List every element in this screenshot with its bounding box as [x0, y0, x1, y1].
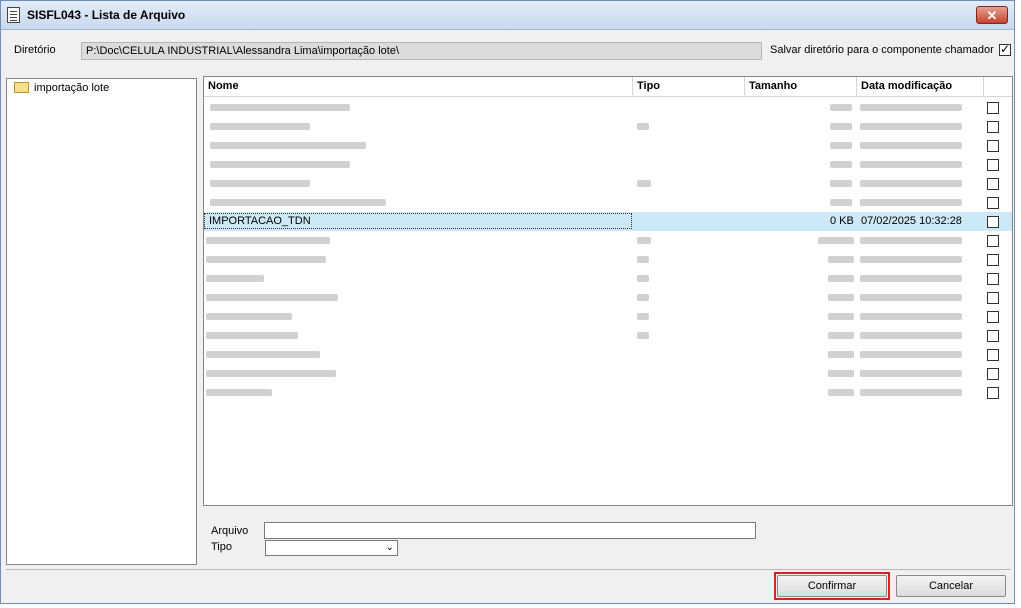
type-select[interactable]: ⌄ — [265, 540, 398, 556]
save-directory-checkbox[interactable] — [999, 42, 1011, 56]
file-list-dialog: SISFL043 - Lista de Arquivo ✕ Diretório … — [0, 0, 1015, 604]
list-item[interactable] — [204, 231, 1012, 250]
list-item[interactable] — [204, 193, 1012, 212]
row-modified: 07/02/2025 10:32:28 — [861, 215, 962, 227]
close-button[interactable]: ✕ — [976, 6, 1008, 24]
row-checkbox[interactable] — [987, 178, 999, 190]
row-checkbox[interactable] — [987, 216, 999, 228]
row-checkbox[interactable] — [987, 159, 999, 171]
row-checkbox[interactable] — [987, 349, 999, 361]
row-checkbox[interactable] — [987, 330, 999, 342]
list-item[interactable] — [204, 307, 1012, 326]
folder-icon — [14, 82, 29, 93]
chevron-down-icon: ⌄ — [385, 542, 394, 553]
window-title: SISFL043 - Lista de Arquivo — [27, 8, 186, 22]
document-icon — [7, 7, 20, 23]
confirm-button[interactable]: Confirmar — [777, 575, 887, 597]
row-checkbox[interactable] — [987, 387, 999, 399]
row-checkbox[interactable] — [987, 102, 999, 114]
row-name: IMPORTACAO_TDN — [209, 215, 311, 227]
list-item[interactable] — [204, 155, 1012, 174]
row-size: 0 KB — [830, 215, 854, 227]
tree-item-label: importação lote — [34, 82, 110, 94]
list-item[interactable] — [204, 174, 1012, 193]
folder-tree[interactable]: importação lote — [6, 78, 197, 565]
column-header-check — [984, 77, 1012, 97]
list-item[interactable] — [204, 98, 1012, 117]
file-label: Arquivo — [211, 525, 249, 537]
list-item[interactable] — [204, 136, 1012, 155]
row-checkbox[interactable] — [987, 292, 999, 304]
list-item[interactable] — [204, 117, 1012, 136]
divider — [6, 569, 1011, 570]
list-item[interactable] — [204, 250, 1012, 269]
list-item[interactable] — [204, 364, 1012, 383]
list-item[interactable] — [204, 383, 1012, 402]
column-header-name[interactable]: Nome — [204, 77, 633, 97]
row-checkbox[interactable] — [987, 121, 999, 133]
row-checkbox[interactable] — [987, 197, 999, 209]
list-item[interactable] — [204, 288, 1012, 307]
row-checkbox[interactable] — [987, 254, 999, 266]
file-list[interactable]: Nome Tipo Tamanho Data modificação IMPOR… — [203, 76, 1013, 506]
type-label: Tipo — [211, 541, 232, 553]
file-name-input[interactable] — [264, 522, 756, 539]
directory-label: Diretório — [14, 44, 56, 56]
list-item[interactable] — [204, 345, 1012, 364]
background-strip — [1015, 0, 1021, 608]
row-checkbox[interactable] — [987, 235, 999, 247]
column-header-modified[interactable]: Data modificação — [857, 77, 984, 97]
list-item[interactable] — [204, 269, 1012, 288]
list-item-selected[interactable]: IMPORTACAO_TDN 0 KB 07/02/2025 10:32:28 — [204, 212, 1012, 231]
title-bar: SISFL043 - Lista de Arquivo ✕ — [1, 1, 1014, 30]
row-checkbox[interactable] — [987, 140, 999, 152]
column-header-type[interactable]: Tipo — [633, 77, 745, 97]
row-checkbox[interactable] — [987, 368, 999, 380]
directory-path-field[interactable]: P:\Doc\CELULA INDUSTRIAL\Alessandra Lima… — [81, 42, 762, 60]
row-checkbox[interactable] — [987, 311, 999, 323]
column-header-size[interactable]: Tamanho — [745, 77, 857, 97]
row-checkbox[interactable] — [987, 273, 999, 285]
list-item[interactable] — [204, 326, 1012, 345]
cancel-button[interactable]: Cancelar — [896, 575, 1006, 597]
save-directory-label: Salvar diretório para o componente chama… — [770, 44, 994, 56]
